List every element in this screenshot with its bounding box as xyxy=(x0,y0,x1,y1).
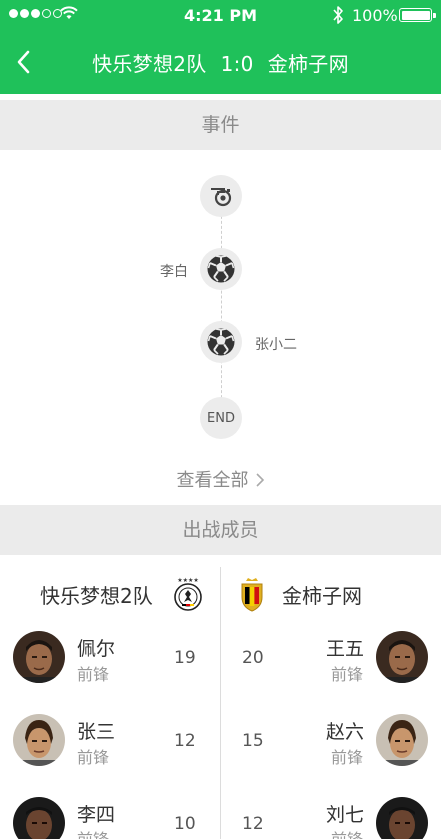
player-number: 15 xyxy=(242,731,264,751)
soccer-ball-icon xyxy=(207,328,235,356)
event-player-name: 张小二 xyxy=(255,337,297,353)
events-section-header: 事件 xyxy=(0,100,441,150)
column-divider xyxy=(220,567,221,839)
avatar xyxy=(13,714,65,766)
chevron-right-icon xyxy=(255,473,264,487)
battery-icon xyxy=(399,8,436,22)
player-position: 前锋 xyxy=(331,665,364,684)
event-end: END xyxy=(200,397,242,439)
avatar xyxy=(376,631,428,683)
player-position: 前锋 xyxy=(77,748,110,767)
player-number: 19 xyxy=(174,648,196,668)
away-team-name: 金柿子网 xyxy=(282,584,362,608)
player-name: 李四 xyxy=(77,804,116,826)
avatar xyxy=(13,631,65,683)
lineup-section-header: 出战成员 xyxy=(0,505,441,555)
svg-text:★★★★: ★★★★ xyxy=(177,577,199,584)
player-position: 前锋 xyxy=(77,826,109,839)
event-goal xyxy=(200,248,242,290)
event-goal xyxy=(200,321,242,363)
view-all-label: 查看全部 xyxy=(176,470,249,491)
soccer-ball-icon xyxy=(207,255,235,283)
home-team-title: 快乐梦想2队 xyxy=(92,52,207,76)
avatar xyxy=(376,714,428,766)
player-name: 王五 xyxy=(326,638,365,660)
player-position: 前锋 xyxy=(77,665,110,684)
bluetooth-icon xyxy=(333,6,343,24)
view-all-link[interactable]: 查看全部 xyxy=(0,466,441,492)
player-position: 前锋 xyxy=(331,826,363,839)
player-name: 张三 xyxy=(77,721,116,743)
player-number: 12 xyxy=(242,814,264,834)
match-score: 1:0 xyxy=(220,52,254,76)
home-team-name: 快乐梦想2队 xyxy=(40,584,153,608)
event-whistle xyxy=(200,175,242,217)
player-name: 刘七 xyxy=(326,804,365,826)
belgium-badge-icon xyxy=(241,578,263,612)
page-title: 快乐梦想2队 1:0 金柿子网 xyxy=(0,48,441,77)
player-number: 12 xyxy=(174,731,196,751)
player-number: 20 xyxy=(242,648,264,668)
whistle-icon xyxy=(211,188,232,207)
timeline-line xyxy=(221,196,222,418)
avatar xyxy=(376,797,428,839)
player-position: 前锋 xyxy=(331,748,364,767)
player-name: 佩尔 xyxy=(77,638,116,660)
status-bar: 4:21 PM 100% xyxy=(0,0,441,30)
player-number: 10 xyxy=(174,814,196,834)
germany-badge-icon: ★★★★ xyxy=(174,577,202,611)
end-label: END xyxy=(207,410,235,426)
event-player-name: 李白 xyxy=(160,264,188,280)
battery-percent: 100% xyxy=(352,6,398,25)
player-name: 赵六 xyxy=(326,721,365,743)
avatar xyxy=(13,797,65,839)
away-team-title: 金柿子网 xyxy=(267,52,349,76)
nav-header: 4:21 PM 100% 快乐梦想2队 1:0 金柿子网 xyxy=(0,0,441,94)
